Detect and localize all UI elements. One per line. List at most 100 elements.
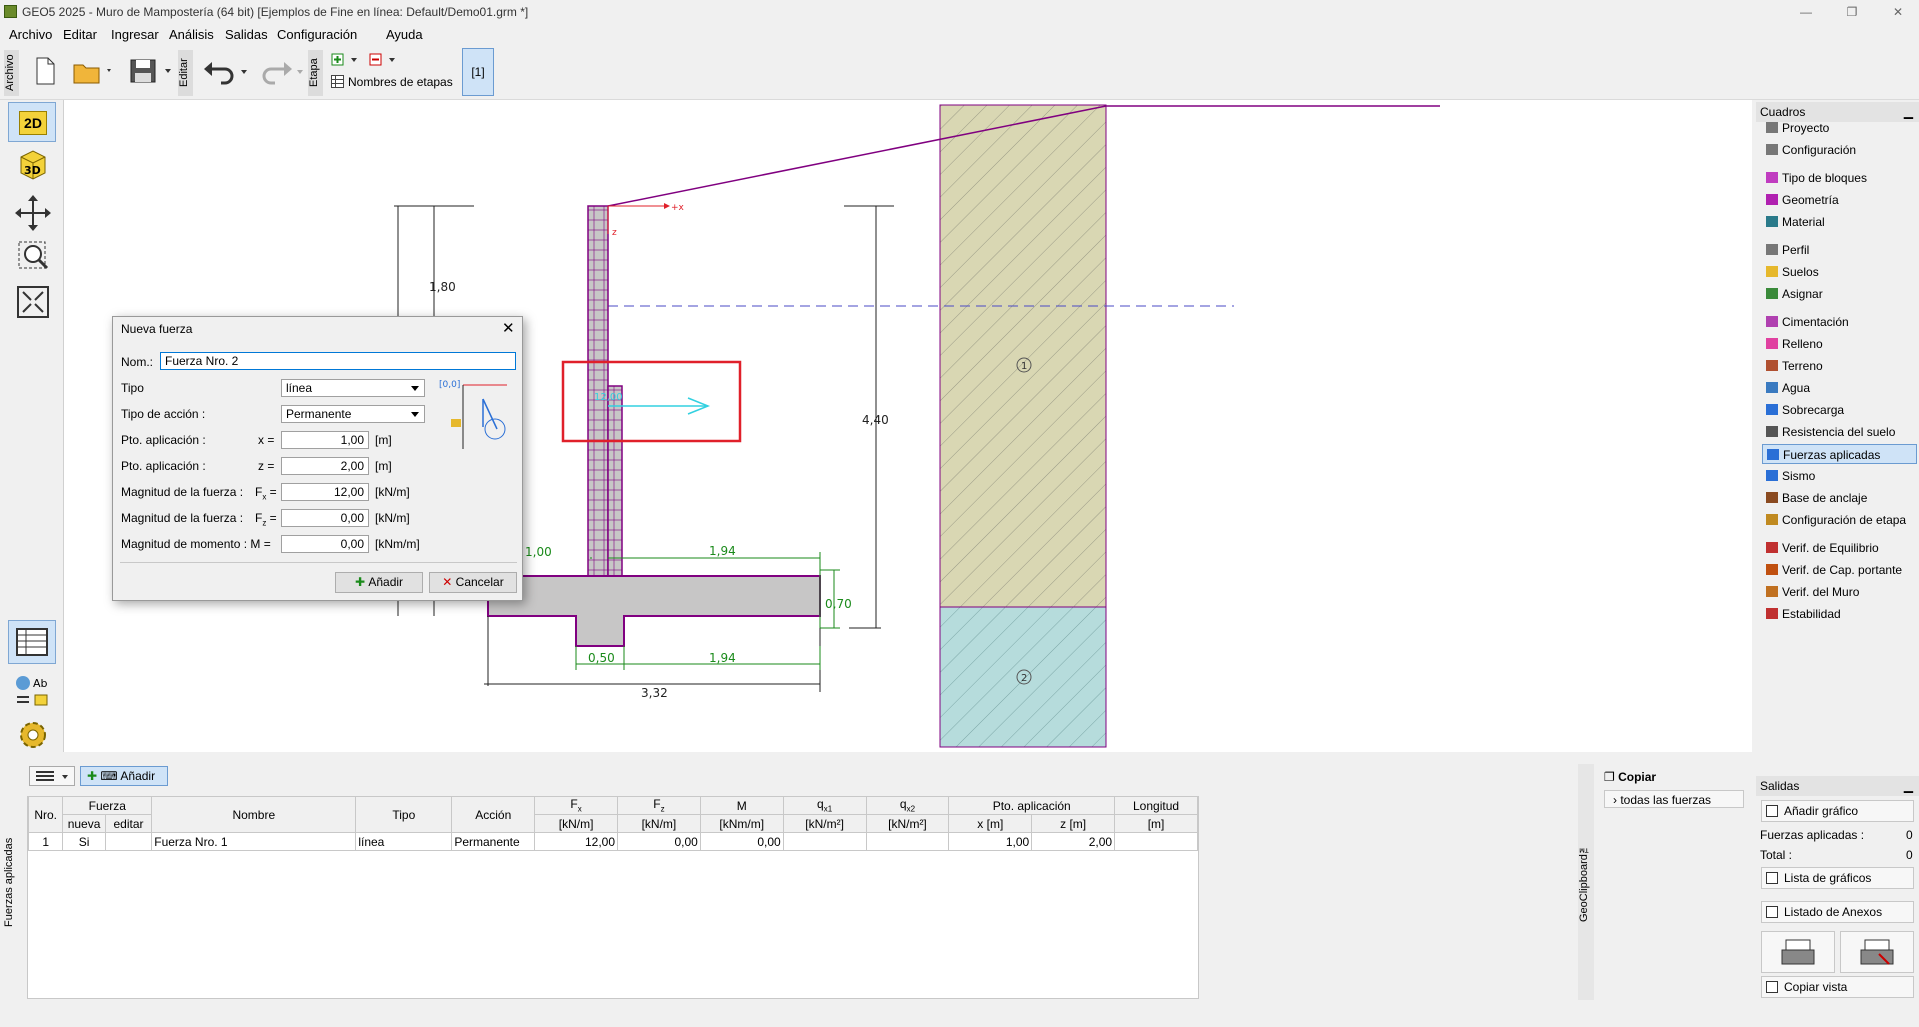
panel-item-13[interactable]: Resistencia del suelo	[1762, 422, 1917, 442]
fz-input[interactable]	[281, 509, 369, 527]
moment-input[interactable]	[281, 535, 369, 553]
col-qx2: qx2	[865, 796, 950, 815]
menu-configuracion[interactable]: Configuración	[277, 27, 357, 42]
ptx-input[interactable]	[281, 431, 369, 449]
fx-input[interactable]	[281, 483, 369, 501]
table-view-button[interactable]	[8, 620, 56, 664]
labels-style-icon[interactable]: Ab	[8, 668, 56, 712]
wall-stem[interactable]	[587, 205, 609, 577]
panel-item-18[interactable]: Verif. de Equilibrio	[1762, 538, 1917, 558]
printer-icon	[1781, 939, 1815, 965]
panel-item-10[interactable]: Terreno	[1762, 356, 1917, 376]
panel-item-3[interactable]: Geometría	[1762, 190, 1917, 210]
panel-item-11[interactable]: Agua	[1762, 378, 1917, 398]
menu-salidas[interactable]: Salidas	[225, 27, 268, 42]
fit-extent-icon[interactable]	[8, 281, 56, 321]
printer-export-icon	[1860, 939, 1894, 965]
redo-icon[interactable]	[256, 54, 306, 86]
panel-item-21[interactable]: Estabilidad	[1762, 604, 1917, 624]
name-input[interactable]	[160, 352, 516, 370]
panel-item-1[interactable]: Configuración	[1762, 140, 1917, 160]
accion-select[interactable]: Permanente	[281, 405, 425, 423]
dim-0-50: 0,50	[588, 651, 615, 665]
open-folder-icon[interactable]	[70, 54, 114, 86]
list-graphics-button[interactable]: Lista de gráficos	[1761, 867, 1914, 889]
move-pan-icon[interactable]	[8, 192, 56, 232]
wall-footing[interactable]	[487, 575, 821, 647]
print-export-button[interactable]	[1840, 931, 1914, 973]
new-file-icon[interactable]	[30, 54, 58, 86]
cancel-button[interactable]: ✕ Cancelar	[429, 572, 517, 593]
dim-1-00: 1,00	[525, 545, 552, 559]
panel-item-17[interactable]: Configuración de etapa	[1762, 510, 1917, 530]
panel-item-15[interactable]: Sismo	[1762, 466, 1917, 486]
copy-view-button[interactable]: Copiar vista	[1761, 976, 1914, 998]
copy-section: ❐ Copiar	[1604, 770, 1656, 784]
col-qx1-sub: x1	[823, 804, 833, 814]
annex-list-button[interactable]: Listado de Anexos	[1761, 901, 1914, 923]
add-force-button[interactable]: ✚ Añadir	[335, 572, 423, 593]
view-2d-button[interactable]: 2D	[8, 102, 56, 142]
applied-forces-count: 0	[1906, 828, 1913, 842]
ptz-input[interactable]	[281, 457, 369, 475]
side-label-fuerzas: Fuerzas aplicadas	[3, 837, 15, 927]
undo-icon[interactable]	[200, 54, 250, 86]
add-graphic-button[interactable]: Añadir gráfico	[1761, 800, 1914, 822]
close-window-icon[interactable]: ✕	[1884, 2, 1912, 22]
panel-item-label: Configuración de etapa	[1782, 513, 1907, 527]
minimize-icon[interactable]: —	[1792, 2, 1820, 22]
annex-list-label: Listado de Anexos	[1784, 905, 1883, 919]
panel-item-7[interactable]: Asignar	[1762, 284, 1917, 304]
menu-editar[interactable]: Editar	[63, 27, 97, 42]
forces-table[interactable]: Nro. Fuerza Nombre Tipo Acción Fx Fz M q…	[27, 796, 1198, 851]
panel-item-icon	[1767, 449, 1779, 460]
panel-item-2[interactable]: Tipo de bloques	[1762, 168, 1917, 188]
panel-item-icon	[1766, 172, 1778, 183]
wall-step[interactable]	[607, 385, 623, 577]
all-forces-button[interactable]: › todas las fuerzas	[1604, 790, 1744, 808]
panel-item-4[interactable]: Material	[1762, 212, 1917, 232]
zoom-icon[interactable]	[8, 235, 56, 275]
panel-item-20[interactable]: Verif. del Muro	[1762, 582, 1917, 602]
menu-ayuda[interactable]: Ayuda	[386, 27, 423, 42]
table-row[interactable]: 1 Si Fuerza Nro. 1 línea Permanente 12,0…	[27, 832, 1198, 851]
panel-item-8[interactable]: Cimentación	[1762, 312, 1917, 332]
moment-label: Magnitud de momento : M =	[121, 537, 271, 551]
panel-item-label: Resistencia del suelo	[1782, 425, 1896, 439]
salidas-collapse-icon[interactable]: ▁	[1904, 779, 1913, 793]
dialog-close-icon[interactable]: ✕	[502, 319, 515, 337]
soil-layer-1[interactable]	[939, 104, 1107, 608]
menu-ingresar[interactable]: Ingresar	[111, 27, 159, 42]
panel-item-0[interactable]: Proyecto	[1762, 118, 1917, 138]
table-icon	[16, 628, 48, 656]
menu-analisis[interactable]: Análisis	[169, 27, 214, 42]
remove-stage-icon[interactable]	[368, 51, 398, 67]
view-3d-button[interactable]: 3D	[8, 146, 56, 186]
panel-item-9[interactable]: Relleno	[1762, 334, 1917, 354]
tipo-select[interactable]: línea	[281, 379, 425, 397]
list-graphics-label: Lista de gráficos	[1784, 871, 1872, 885]
fx-unit: [kN/m]	[375, 485, 410, 499]
panel-item-12[interactable]: Sobrecarga	[1762, 400, 1917, 420]
menu-archivo[interactable]: Archivo	[9, 27, 52, 42]
save-icon[interactable]	[126, 54, 174, 86]
list-view-button[interactable]	[29, 766, 75, 786]
panel-item-14[interactable]: Fuerzas aplicadas	[1762, 444, 1917, 464]
panel-item-5[interactable]: Perfil	[1762, 240, 1917, 260]
panel-item-16[interactable]: Base de anclaje	[1762, 488, 1917, 508]
panel-item-19[interactable]: Verif. de Cap. portante	[1762, 560, 1917, 580]
stage-names-button[interactable]: Nombres de etapas	[348, 75, 453, 89]
panel-item-6[interactable]: Suelos	[1762, 262, 1917, 282]
panel-item-label: Relleno	[1782, 337, 1823, 351]
stage-1-button[interactable]: [1]	[462, 48, 494, 96]
table-add-button[interactable]: ✚ ⌨ Añadir	[80, 766, 168, 786]
maximize-icon[interactable]: ❐	[1838, 2, 1866, 22]
settings-gear-icon[interactable]	[8, 714, 56, 754]
col-fx-unit: [kN/m]	[534, 814, 618, 833]
collapse-icon[interactable]: ▁	[1904, 105, 1913, 119]
add-stage-icon[interactable]	[330, 51, 360, 67]
print-button[interactable]	[1761, 931, 1835, 973]
tipo-label: Tipo	[121, 381, 144, 395]
cell-editar[interactable]	[104, 832, 153, 851]
geoclipboard-tab[interactable]: GeoClipboard™	[1578, 764, 1594, 1000]
